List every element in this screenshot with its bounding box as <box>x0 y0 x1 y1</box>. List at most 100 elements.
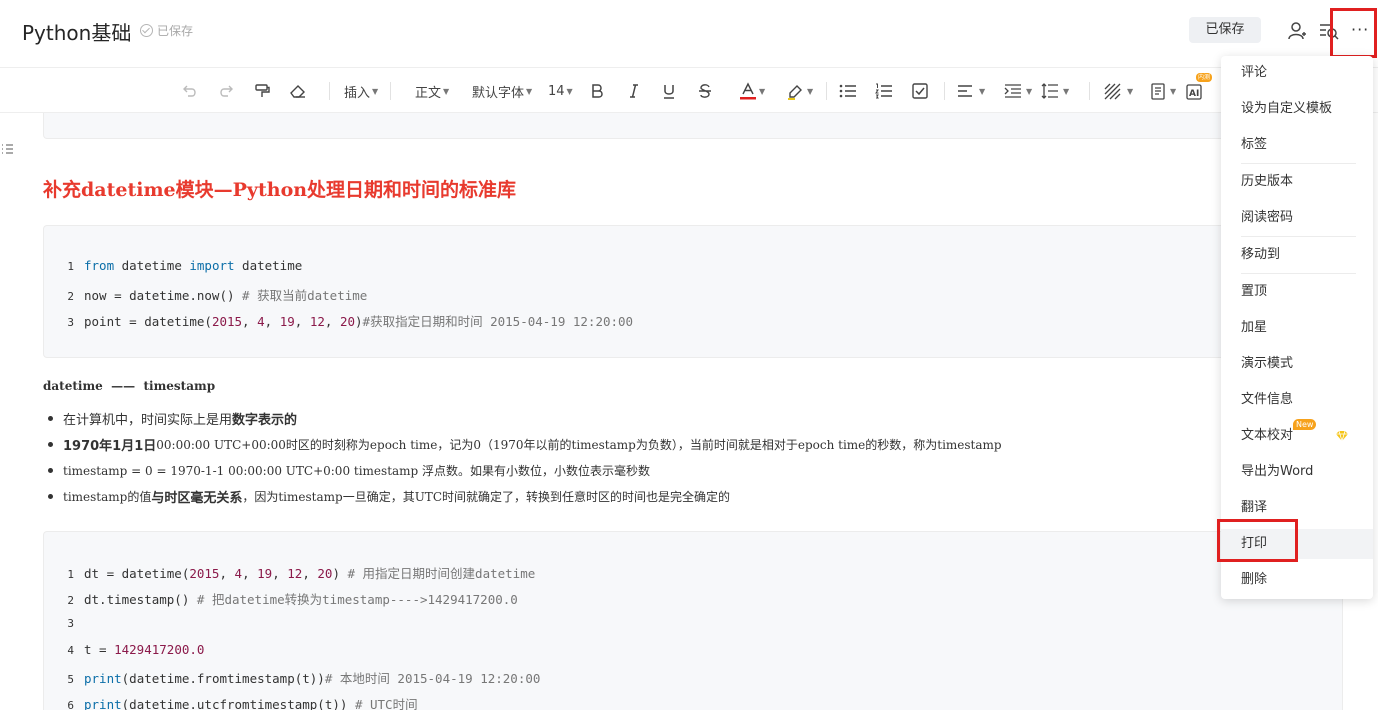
code-token: 12 <box>309 314 325 329</box>
code-token: , <box>264 314 280 329</box>
code-line: 1 from datetime import datetime <box>66 258 302 273</box>
template-icon[interactable]: ▼ <box>1150 69 1176 113</box>
menu-item[interactable]: 文本校对 New <box>1221 419 1373 451</box>
menu-item[interactable]: 置顶 <box>1221 277 1373 307</box>
code-token: , <box>302 566 318 581</box>
code-line: 5 print(datetime.fromtimestamp(t))# 本地时间 … <box>66 668 540 687</box>
code-token: 20 <box>317 566 333 581</box>
bullet-text: 数字表示的 <box>232 413 298 428</box>
shading-icon[interactable]: ▼ <box>1104 69 1133 113</box>
code-token: (datetime.utcfromtimestamp(t)) <box>121 697 355 710</box>
print-item-highlight <box>1217 519 1298 562</box>
code-token: , <box>294 314 310 329</box>
bold-icon[interactable] <box>590 69 604 113</box>
code-line: 2 now = datetime.now() # 获取当前datetime <box>66 285 367 304</box>
text-color-icon[interactable]: ▼ <box>739 69 765 113</box>
code-token: , <box>242 314 258 329</box>
menu-item[interactable]: 演示模式 <box>1221 349 1373 379</box>
section-heading: 补充datetime模块—Python处理日期和时间的标准库 <box>43 179 517 201</box>
underline-icon[interactable] <box>662 69 676 113</box>
menu-item[interactable]: 文件信息 <box>1221 385 1373 415</box>
bullet-dot-icon <box>48 416 53 421</box>
menu-item[interactable]: 评论 <box>1221 58 1373 88</box>
menu-item[interactable]: 历史版本 <box>1221 167 1373 197</box>
chevron-down-icon: ▼ <box>807 86 814 96</box>
redo-icon[interactable] <box>218 69 234 113</box>
svg-text:AI: AI <box>1189 89 1199 99</box>
code-token: 4 <box>257 314 265 329</box>
toolbar-divider <box>329 82 330 100</box>
bullet-text: 在计算机中，时间实际上是用 <box>63 413 233 428</box>
strikethrough-icon[interactable] <box>698 69 712 113</box>
doc-title[interactable]: Python基础 <box>22 17 131 46</box>
chevron-down-icon: ▼ <box>1170 86 1177 96</box>
code-token: point = datetime( <box>84 314 212 329</box>
font-size-select[interactable]: 14 ▼ <box>548 69 573 113</box>
code-token: datetime <box>234 258 303 273</box>
code-token: ) <box>332 566 348 581</box>
code-block-2[interactable]: 1 dt = datetime(2015, 4, 19, 12, 20) # 用指… <box>43 531 1343 710</box>
code-token: , <box>219 566 235 581</box>
code-token: from <box>84 258 115 273</box>
italic-icon[interactable] <box>627 69 641 113</box>
user-share-icon[interactable] <box>1287 20 1309 42</box>
numbered-list-icon[interactable] <box>875 69 893 113</box>
code-line: 3 point = datetime(2015, 4, 19, 12, 20)#获… <box>66 311 633 330</box>
premium-diamond-icon <box>1336 430 1348 442</box>
code-token: 19 <box>257 566 273 581</box>
menu-divider <box>1241 236 1356 237</box>
paragraph-style-select[interactable]: 正文 ▼ <box>415 69 449 113</box>
menu-item-label: 阅读密码 <box>1241 210 1294 225</box>
bullet-item: 在计算机中，时间实际上是用 数字表示的 <box>48 409 297 428</box>
font-family-select[interactable]: 默认字体 ▼ <box>472 69 532 113</box>
bullet-text: timestamp = 0 = 1970-1-1 00:00:00 UTC+0:… <box>63 464 651 478</box>
outline-list-icon[interactable] <box>0 140 16 158</box>
checklist-icon[interactable] <box>911 69 929 113</box>
line-number: 2 <box>67 289 74 303</box>
more-options-menu: 评论设为自定义模板 标签历史版本阅读密码移动到置顶加星演示模式文件信息文本校对 Ne… <box>1221 56 1373 599</box>
menu-item[interactable]: 导出为Word <box>1221 457 1373 487</box>
line-number: 1 <box>67 260 74 273</box>
more-button-highlight <box>1330 8 1377 58</box>
menu-item[interactable]: 删除 <box>1221 565 1373 595</box>
code-block-1[interactable]: 1 from datetime import datetime 2 now = dat… <box>43 225 1343 358</box>
line-number: 5 <box>67 672 74 686</box>
bullet-list-icon[interactable] <box>839 69 857 113</box>
menu-item[interactable]: 移动到 <box>1221 240 1373 270</box>
indent-icon[interactable]: ▼ <box>1004 69 1032 113</box>
align-icon[interactable]: ▼ <box>957 69 985 113</box>
check-circle-icon <box>140 24 153 37</box>
menu-item[interactable]: 阅读密码 <box>1221 203 1373 233</box>
code-token: ) <box>355 314 363 329</box>
bullet-dot-icon <box>48 468 53 473</box>
code-block-previous <box>43 113 1343 139</box>
code-token: t = <box>84 641 115 657</box>
menu-divider <box>1241 163 1356 164</box>
saved-button[interactable]: 已保存 <box>1189 17 1261 43</box>
ai-beta-badge: 内测 <box>1196 73 1213 82</box>
chevron-down-icon: ▼ <box>566 86 573 96</box>
menu-item[interactable]: 设为自定义模板 <box>1221 94 1373 124</box>
bullet-item: timestamp = 0 = 1970-1-1 00:00:00 UTC+0:… <box>48 462 650 479</box>
bullet-item: timestamp的值 与时区毫无关系 ，因为timestamp一旦确定，其UTC时… <box>48 487 730 506</box>
highlight-icon[interactable]: ▼ <box>787 69 813 113</box>
code-token: print <box>84 670 122 686</box>
line-height-icon[interactable]: ▼ <box>1041 69 1069 113</box>
line-number: 2 <box>67 594 74 608</box>
menu-item-label: 导出为Word <box>1241 464 1314 479</box>
code-token: # 把datetime转换为timestamp---->1429417200.0 <box>196 592 518 608</box>
toolbar-divider <box>390 82 391 100</box>
insert-menu[interactable]: 插入 ▼ <box>344 69 378 113</box>
chevron-down-icon: ▼ <box>443 86 450 96</box>
undo-icon[interactable] <box>182 69 198 113</box>
menu-item[interactable]: 加星 <box>1221 313 1373 343</box>
chevron-down-icon: ▼ <box>526 86 533 96</box>
menu-item[interactable]: 标签 <box>1221 130 1373 160</box>
bullet-text: 与时区毫无关系 <box>151 491 243 506</box>
format-painter-icon[interactable] <box>254 69 270 113</box>
chevron-down-icon: ▼ <box>1063 86 1070 96</box>
menu-divider <box>1241 273 1356 274</box>
code-token: 2015 <box>211 314 243 329</box>
eraser-icon[interactable] <box>289 69 307 113</box>
bullet-text: timestamp的值 <box>63 490 152 504</box>
